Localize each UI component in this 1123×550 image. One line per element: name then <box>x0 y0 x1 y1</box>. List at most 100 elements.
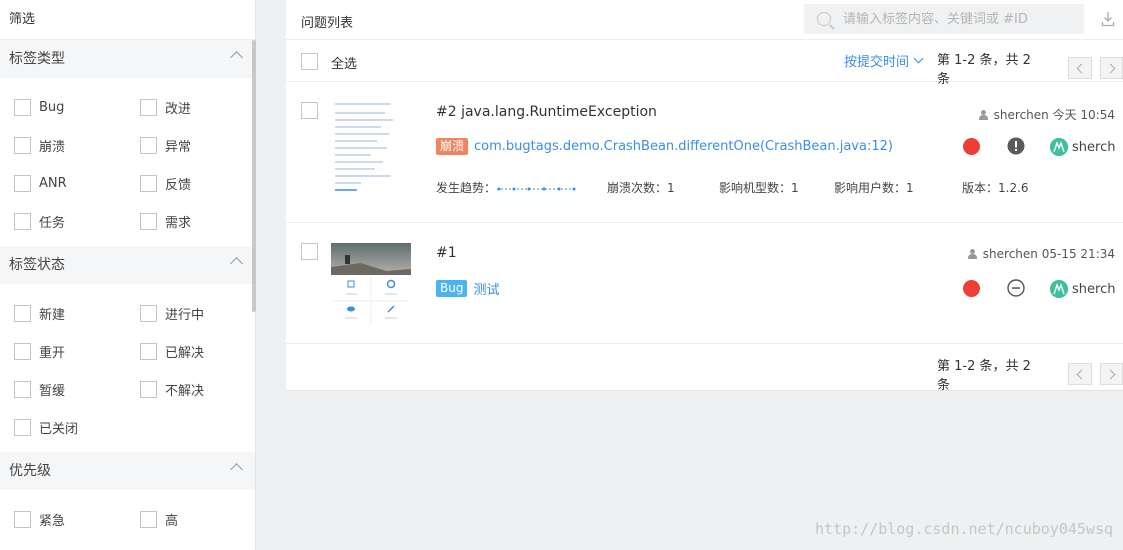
filter-option-urgent[interactable]: 紧急 <box>14 500 140 538</box>
issue-title[interactable]: #1 <box>436 245 457 261</box>
priority-dot[interactable] <box>963 280 980 297</box>
minus-circle-icon[interactable] <box>1007 279 1025 297</box>
sidebar-scrollbar[interactable] <box>252 40 256 312</box>
chevron-down-icon <box>913 53 924 64</box>
filter-sidebar: 筛选 标签类型 Bug 改进 崩溃 异常 ANR 反馈 任务 需求 标签状态 新… <box>0 0 256 550</box>
checkbox[interactable] <box>14 304 31 322</box>
assignee-name: sherch <box>1072 281 1116 297</box>
option-label: 高 <box>165 513 179 529</box>
page-title: 问题列表 <box>301 16 354 31</box>
issue-description-link[interactable]: 测试 <box>473 279 499 298</box>
checkbox[interactable] <box>140 380 157 398</box>
chevron-up-icon[interactable] <box>230 463 243 476</box>
tag-type-options: Bug 改进 崩溃 异常 ANR 反馈 任务 需求 <box>0 78 255 246</box>
watermark: http://blog.csdn.net/ncuboy045wsq <box>814 520 1113 538</box>
download-icon[interactable] <box>1101 11 1115 27</box>
option-label: 已关闭 <box>39 421 79 437</box>
issue-tagline: Bug 测试 <box>436 279 499 298</box>
issue-list-panel: 问题列表 全选 按提交时间 第 1-2 条，共 2 条 <box>286 0 1123 393</box>
checkbox[interactable] <box>14 380 31 398</box>
issue-time: 今天 10:54 <box>1052 108 1115 122</box>
row-checkbox[interactable] <box>301 243 318 260</box>
filter-option-exception[interactable]: 异常 <box>140 126 250 164</box>
filter-option-feedback[interactable]: 反馈 <box>140 164 250 202</box>
filter-option-reopened[interactable]: 重开 <box>14 332 140 370</box>
checkbox[interactable] <box>140 136 157 154</box>
checkbox[interactable] <box>14 212 31 230</box>
screenshot-thumbnail[interactable] <box>331 98 411 194</box>
assignee-name: sherch <box>1072 139 1116 155</box>
filter-option-bug[interactable]: Bug <box>14 88 140 126</box>
checkbox[interactable] <box>14 174 31 192</box>
filter-option-task[interactable]: 任务 <box>14 202 140 240</box>
filter-option-requirement[interactable]: 需求 <box>140 202 250 240</box>
section-label: 标签类型 <box>9 51 65 67</box>
filter-option-new[interactable]: 新建 <box>14 294 140 332</box>
filter-option-anr[interactable]: ANR <box>14 164 140 202</box>
select-all-checkbox[interactable] <box>301 53 318 70</box>
sort-dropdown[interactable]: 按提交时间 <box>844 51 924 70</box>
prev-page-button[interactable] <box>1068 57 1092 79</box>
issue-meta: sherchen 05-15 21:34 <box>967 247 1115 261</box>
issue-stats: 发生趋势： 崩溃次数：1 影响机型数：1 影响用户数：1 版本：1.2.6 <box>436 179 1029 196</box>
priority-dot[interactable] <box>963 138 980 155</box>
option-label: 重开 <box>39 345 66 361</box>
trend-label: 发生趋势： <box>436 181 497 195</box>
checkbox[interactable] <box>14 136 31 154</box>
search-input[interactable] <box>843 11 1083 27</box>
filter-option-closed[interactable]: 已关闭 <box>14 408 140 446</box>
section-tag-type-header[interactable]: 标签类型 <box>0 40 255 78</box>
section-tag-status-header[interactable]: 标签状态 <box>0 246 255 284</box>
version: 版本：1.2.6 <box>962 181 1029 195</box>
option-label: 暂缓 <box>39 383 66 399</box>
section-label: 标签状态 <box>9 257 65 273</box>
crash-tag: 崩溃 <box>436 138 469 155</box>
trend-stat: 发生趋势： <box>436 179 607 196</box>
issue-author: sherchen <box>982 247 1038 261</box>
next-page-button[interactable] <box>1099 57 1123 79</box>
issue-description-link[interactable]: com.bugtags.demo.CrashBean.differentOne(… <box>474 139 893 154</box>
filter-option-crash[interactable]: 崩溃 <box>14 126 140 164</box>
checkbox[interactable] <box>14 510 31 528</box>
checkbox[interactable] <box>14 98 31 116</box>
option-label: 异常 <box>165 139 192 155</box>
device-count: 影响机型数：1 <box>719 181 799 195</box>
assignee[interactable]: sherch <box>1050 280 1115 298</box>
prev-page-button[interactable] <box>1068 363 1092 385</box>
chevron-up-icon[interactable] <box>230 257 243 270</box>
issue-title[interactable]: #2 java.lang.RuntimeException <box>436 104 657 120</box>
checkbox[interactable] <box>140 98 157 116</box>
exclamation-icon[interactable] <box>1007 137 1025 155</box>
issue-row[interactable]: #2 java.lang.RuntimeException sherchen 今… <box>286 82 1123 223</box>
option-label: Bug <box>39 99 65 115</box>
assignee[interactable]: sherch <box>1050 138 1115 156</box>
section-priority-header[interactable]: 优先级 <box>0 452 255 490</box>
avatar <box>1050 280 1068 298</box>
filter-option-in-progress[interactable]: 进行中 <box>140 294 250 332</box>
next-page-button[interactable] <box>1099 363 1123 385</box>
filter-option-resolved[interactable]: 已解决 <box>140 332 250 370</box>
select-all-label: 全选 <box>331 57 358 72</box>
tag-status-options: 新建 进行中 重开 已解决 暂缓 不解决 已关闭 <box>0 284 255 452</box>
filter-option-high[interactable]: 高 <box>140 500 250 538</box>
checkbox[interactable] <box>140 174 157 192</box>
issue-row[interactable]: #1 sherchen 05-15 21:34 Bug 测试 sherch <box>286 223 1123 344</box>
checkbox[interactable] <box>140 212 157 230</box>
option-label: 不解决 <box>165 383 205 399</box>
row-checkbox[interactable] <box>301 102 318 119</box>
pagination-bottom: 第 1-2 条，共 2 条 <box>286 355 1123 393</box>
checkbox[interactable] <box>140 510 157 528</box>
screenshot-thumbnail[interactable] <box>331 243 411 327</box>
checkbox[interactable] <box>14 418 31 436</box>
crash-count: 崩溃次数：1 <box>607 181 675 195</box>
filter-option-wontfix[interactable]: 不解决 <box>140 370 250 408</box>
filter-option-improvement[interactable]: 改进 <box>140 88 250 126</box>
checkbox[interactable] <box>140 342 157 360</box>
checkbox[interactable] <box>140 304 157 322</box>
checkbox[interactable] <box>14 342 31 360</box>
avatar <box>1050 138 1068 156</box>
search-box[interactable] <box>804 4 1084 34</box>
filter-option-deferred[interactable]: 暂缓 <box>14 370 140 408</box>
option-label: 已解决 <box>165 345 205 361</box>
chevron-up-icon[interactable] <box>230 51 243 64</box>
